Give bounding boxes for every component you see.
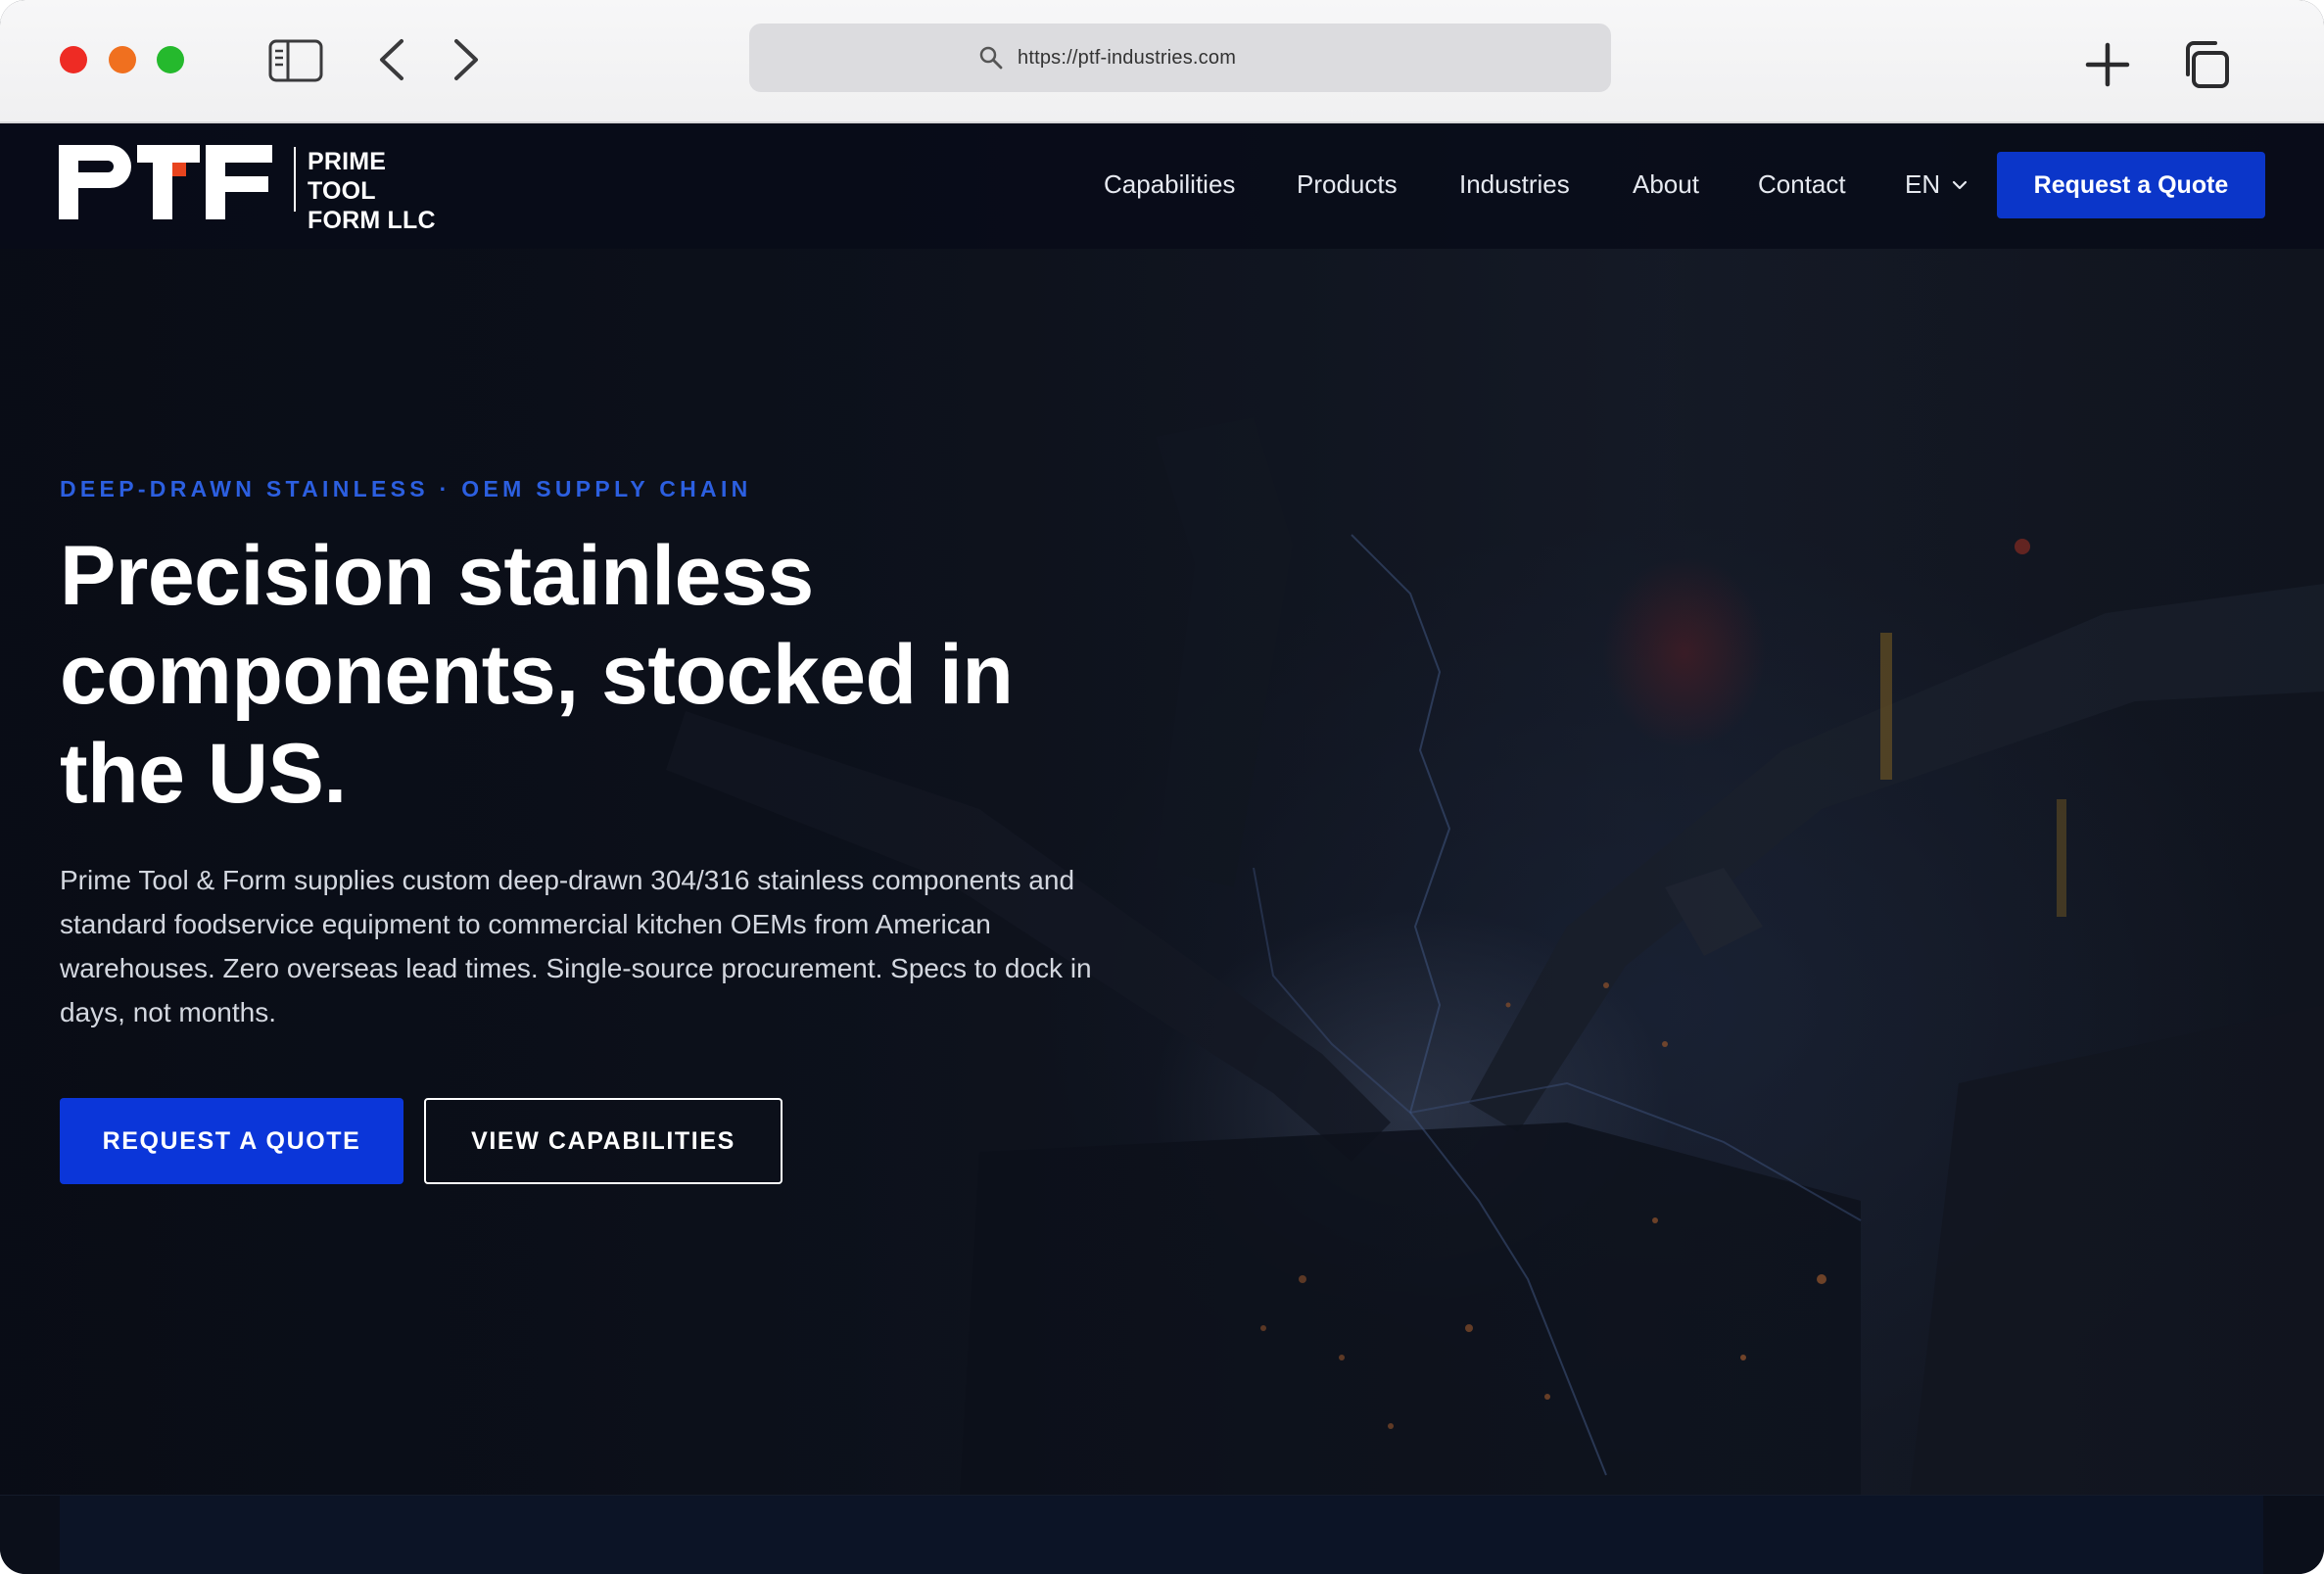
plus-icon[interactable] [2084, 41, 2131, 88]
company-name-line2: FORM LLC [308, 207, 436, 234]
company-name: PRIME TOOL FORM LLC [308, 147, 460, 235]
browser-window: https://ptf-industries.com PRIME TOOL FO… [0, 0, 2324, 1574]
hero-eyebrow: DEEP-DRAWN STAINLESS · OEM SUPPLY CHAIN [60, 476, 752, 501]
language-label: EN [1905, 169, 1941, 199]
minimize-window-button[interactable] [109, 46, 136, 73]
nav-about[interactable]: About [1633, 123, 1699, 249]
nav-products[interactable]: Products [1297, 123, 1398, 249]
request-quote-button[interactable]: Request a Quote [1997, 152, 2265, 218]
site-header: PRIME TOOL FORM LLC Capabilities Product… [0, 123, 2324, 249]
forward-arrow-icon[interactable] [449, 37, 484, 82]
language-selector[interactable]: EN [1905, 123, 1968, 249]
hero-description: Prime Tool & Form supplies custom deep-d… [60, 865, 1092, 1027]
company-name-line1: PRIME TOOL [308, 148, 387, 205]
request-quote-cta[interactable]: REQUEST A QUOTE [60, 1098, 403, 1184]
back-arrow-icon[interactable] [374, 37, 409, 82]
browser-toolbar: https://ptf-industries.com [0, 0, 2324, 123]
hero-title: Precision stainless components, stocked … [60, 529, 1014, 821]
maximize-window-button[interactable] [157, 46, 184, 73]
tab-overview-icon[interactable] [2180, 39, 2231, 90]
chevron-down-icon [1953, 180, 1968, 190]
url-text: https://ptf-industries.com [1018, 47, 1237, 69]
close-window-button[interactable] [60, 46, 87, 73]
next-section-panel [60, 1496, 2263, 1574]
website-viewport: PRIME TOOL FORM LLC Capabilities Product… [0, 123, 2324, 1574]
ptf-logo[interactable]: PRIME TOOL FORM LLC [59, 145, 460, 239]
view-capabilities-cta[interactable]: VIEW CAPABILITIES [424, 1098, 783, 1184]
main-navigation: Capabilities Products Industries About C… [1077, 123, 2282, 249]
nav-contact[interactable]: Contact [1758, 123, 1846, 249]
logo-divider [294, 147, 296, 212]
sidebar-toggle-icon[interactable] [268, 39, 323, 82]
nav-capabilities[interactable]: Capabilities [1104, 123, 1235, 249]
address-bar[interactable]: https://ptf-industries.com [749, 24, 1611, 92]
search-icon [979, 46, 1003, 70]
ptf-logo-mark-icon [59, 145, 272, 219]
nav-industries[interactable]: Industries [1459, 123, 1570, 249]
